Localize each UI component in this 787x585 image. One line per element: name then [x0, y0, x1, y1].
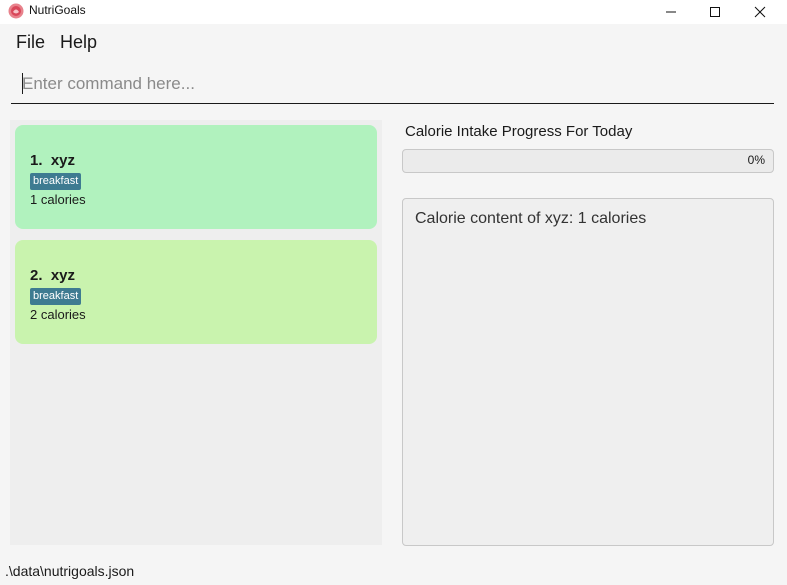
food-card-title: 1. xyz — [30, 152, 76, 169]
window-title: NutriGoals — [29, 3, 86, 17]
meal-tag: breakfast — [30, 173, 82, 190]
food-card-title: 2. xyz — [30, 267, 76, 284]
menu-help[interactable]: Help — [60, 32, 97, 52]
command-box — [11, 67, 774, 104]
text-caret — [22, 73, 23, 94]
progress-percent: 0% — [747, 153, 765, 167]
maximize-icon — [710, 7, 720, 17]
food-calories: 2 calories — [30, 307, 86, 322]
close-icon — [754, 6, 766, 18]
progress-title: Calorie Intake Progress For Today — [405, 123, 633, 140]
result-display[interactable]: Calorie content of xyz: 1 calories — [402, 198, 774, 546]
meal-tag: breakfast — [30, 288, 82, 305]
food-card[interactable]: 1. xyz breakfast 1 calories — [15, 125, 377, 229]
title-bar: NutriGoals — [0, 0, 787, 24]
minimize-icon — [666, 11, 676, 13]
calorie-progress-bar: 0% — [402, 149, 774, 173]
minimize-button[interactable] — [648, 0, 694, 24]
menu-file[interactable]: File — [16, 32, 45, 52]
status-bar-file-path: .\data\nutrigoals.json — [5, 563, 135, 579]
nutrigoals-logo-icon — [8, 3, 24, 19]
app-client-area: File Help 1. xyz breakfast 1 calories 2.… — [0, 24, 787, 585]
food-calories: 1 calories — [30, 192, 86, 207]
command-input[interactable] — [22, 73, 762, 95]
maximize-button[interactable] — [692, 0, 738, 24]
food-list-panel[interactable]: 1. xyz breakfast 1 calories 2. xyz break… — [10, 120, 382, 545]
close-button[interactable] — [737, 0, 783, 24]
result-text: Calorie content of xyz: 1 calories — [415, 210, 647, 227]
menu-bar: File Help — [0, 24, 787, 58]
food-card[interactable]: 2. xyz breakfast 2 calories — [15, 240, 377, 344]
